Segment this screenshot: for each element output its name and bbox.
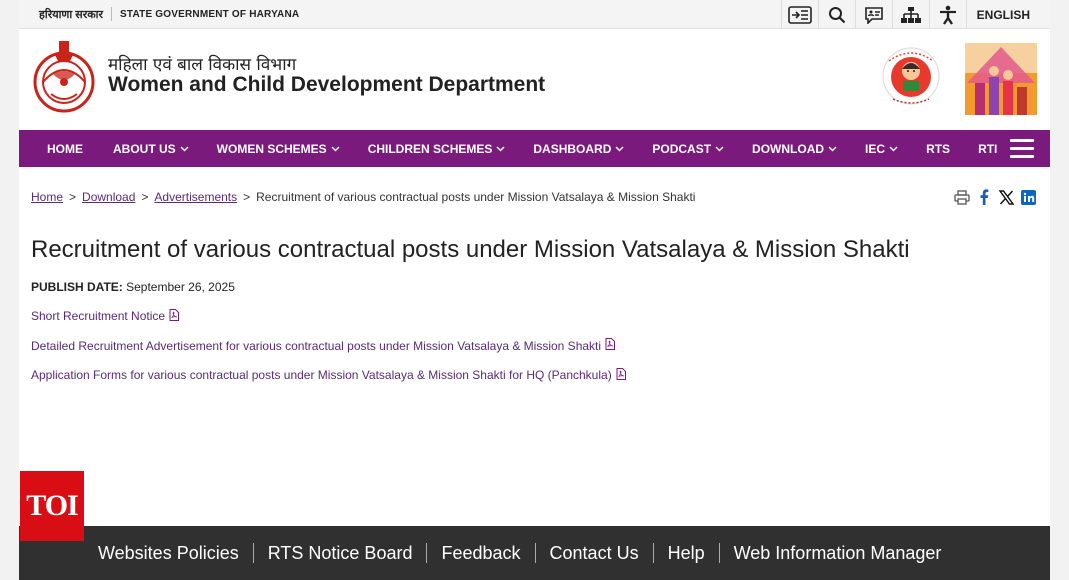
divider [111, 7, 113, 21]
page-title: Recruitment of various contractual posts… [31, 236, 910, 263]
facebook-icon[interactable] [974, 187, 994, 207]
nav-item-dashboard[interactable]: DASHBOARD [519, 130, 638, 167]
footer-divider [252, 543, 254, 563]
publish-date: PUBLISH DATE: September 26, 2025 [31, 280, 235, 294]
footer-divider [534, 543, 536, 563]
chevron-down-icon [715, 144, 724, 154]
share-toolbar [950, 187, 1038, 207]
breadcrumb: Home > Download > Advertisements > Recruitment… [31, 190, 695, 204]
nav-item-iec[interactable]: IEC [851, 130, 912, 167]
nav-item-children-schemes[interactable]: CHILDREN SCHEMES [354, 130, 520, 167]
breadcrumb-home[interactable]: Home [31, 190, 63, 204]
nav-item-label: CHILDREN SCHEMES [367, 141, 493, 156]
footer-link-feedback[interactable]: Feedback [441, 543, 520, 564]
nav-item-download[interactable]: DOWNLOAD [738, 130, 851, 167]
beti-bachao-logo [881, 43, 941, 109]
search-icon[interactable] [817, 0, 855, 29]
mission-shakti-logo [965, 43, 1037, 115]
nav-item-about-us[interactable]: ABOUT US [99, 130, 203, 167]
nav-item-label: HOME [47, 141, 83, 156]
footer-link-rts-notice-board[interactable]: RTS Notice Board [268, 543, 413, 564]
breadcrumb-separator: > [69, 190, 77, 204]
nav-item-rts[interactable]: RTS [912, 130, 964, 167]
pdf-icon [169, 308, 180, 324]
toi-watermark-logo: TOI [20, 471, 84, 541]
nav-item-label: RTI [978, 141, 998, 156]
document-link[interactable]: Detailed Recruitment Advertisement for v… [31, 338, 626, 353]
footer-links: Websites Policies RTS Notice Board Feedbac… [19, 543, 941, 564]
chevron-down-icon [180, 144, 189, 154]
pdf-icon [605, 338, 616, 353]
chevron-down-icon [889, 144, 898, 154]
nav-item-rti[interactable]: RTI [964, 130, 1011, 167]
feedback-icon[interactable] [854, 0, 892, 29]
gov-english-label[interactable]: STATE GOVERNMENT OF HARYANA [120, 9, 299, 20]
nav-item-label: WOMEN SCHEMES [216, 141, 327, 156]
footer-divider [652, 543, 654, 563]
footer-link-websites-policies[interactable]: Websites Policies [98, 543, 239, 564]
dept-name-english: Women and Child Development Department [108, 73, 546, 96]
haryana-emblem-logo[interactable] [33, 38, 95, 116]
document-link[interactable]: Short Recruitment Notice [31, 308, 626, 324]
footer-divider [426, 543, 428, 563]
nav-item-label: IEC [865, 141, 886, 156]
hamburger-menu-icon[interactable] [1010, 139, 1034, 159]
page-frame: हरियाणा सरकार STATE GOVERNMENT OF HARYAN… [19, 0, 1050, 580]
footer-link-web-information-manager[interactable]: Web Information Manager [734, 543, 942, 564]
sitemap-icon[interactable] [891, 0, 929, 29]
document-link[interactable]: Application Forms for various contractua… [31, 367, 626, 383]
nav-item-women-schemes[interactable]: WOMEN SCHEMES [203, 130, 354, 167]
breadcrumb-current: Recruitment of various contractual posts… [256, 190, 696, 204]
nav-item-label: ABOUT US [113, 141, 176, 156]
breadcrumb-separator: > [141, 190, 149, 204]
chevron-down-icon [331, 144, 340, 154]
nav-item-label: DASHBOARD [533, 141, 612, 156]
document-links: Short Recruitment Notice Detailed Recrui… [31, 308, 626, 398]
publish-date-value: September 26, 2025 [126, 280, 235, 294]
site-header: महिला एवं बाल विकास विभाग Women and Chil… [19, 29, 1050, 130]
dept-name-hindi: महिला एवं बाल विकास विभाग [108, 55, 297, 75]
breadcrumb-separator: > [243, 190, 251, 204]
breadcrumb-advertisements[interactable]: Advertisements [154, 190, 237, 204]
chevron-down-icon [615, 144, 624, 154]
x-twitter-icon[interactable] [996, 187, 1016, 207]
linkedin-icon[interactable] [1018, 187, 1038, 207]
document-link-label[interactable]: Detailed Recruitment Advertisement for v… [31, 339, 601, 353]
utility-icons: ENGLISH [780, 0, 1038, 29]
language-selector[interactable]: ENGLISH [965, 0, 1038, 29]
breadcrumb-download[interactable]: Download [82, 190, 135, 204]
gov-hindi-label[interactable]: हरियाणा सरकार [39, 7, 103, 22]
pdf-icon [616, 367, 626, 383]
nav-item-label: DOWNLOAD [752, 141, 825, 156]
footer-divider [718, 543, 720, 563]
footer-link-help[interactable]: Help [668, 543, 705, 564]
nav-item-podcast[interactable]: PODCAST [638, 130, 738, 167]
utility-bar: हरियाणा सरकार STATE GOVERNMENT OF HARYAN… [19, 0, 1050, 29]
skip-to-content-icon[interactable] [780, 0, 818, 29]
nav-item-home[interactable]: HOME [19, 130, 99, 167]
chevron-down-icon [828, 144, 837, 154]
print-icon[interactable] [952, 187, 972, 207]
nav-item-label: RTS [926, 141, 951, 156]
document-link-label[interactable]: Application Forms for various contractua… [31, 368, 612, 382]
footer-link-contact-us[interactable]: Contact Us [550, 543, 639, 564]
site-footer: Websites Policies RTS Notice Board Feedbac… [19, 526, 1050, 580]
document-link-label[interactable]: Short Recruitment Notice [31, 309, 165, 323]
publish-date-label: PUBLISH DATE: [31, 280, 123, 294]
main-nav: HOME ABOUT US WOMEN SCHEMES CHILDREN SCHEME… [19, 130, 1050, 167]
nav-item-label: PODCAST [652, 141, 712, 156]
accessibility-icon[interactable] [928, 0, 966, 29]
chevron-down-icon [496, 144, 505, 154]
